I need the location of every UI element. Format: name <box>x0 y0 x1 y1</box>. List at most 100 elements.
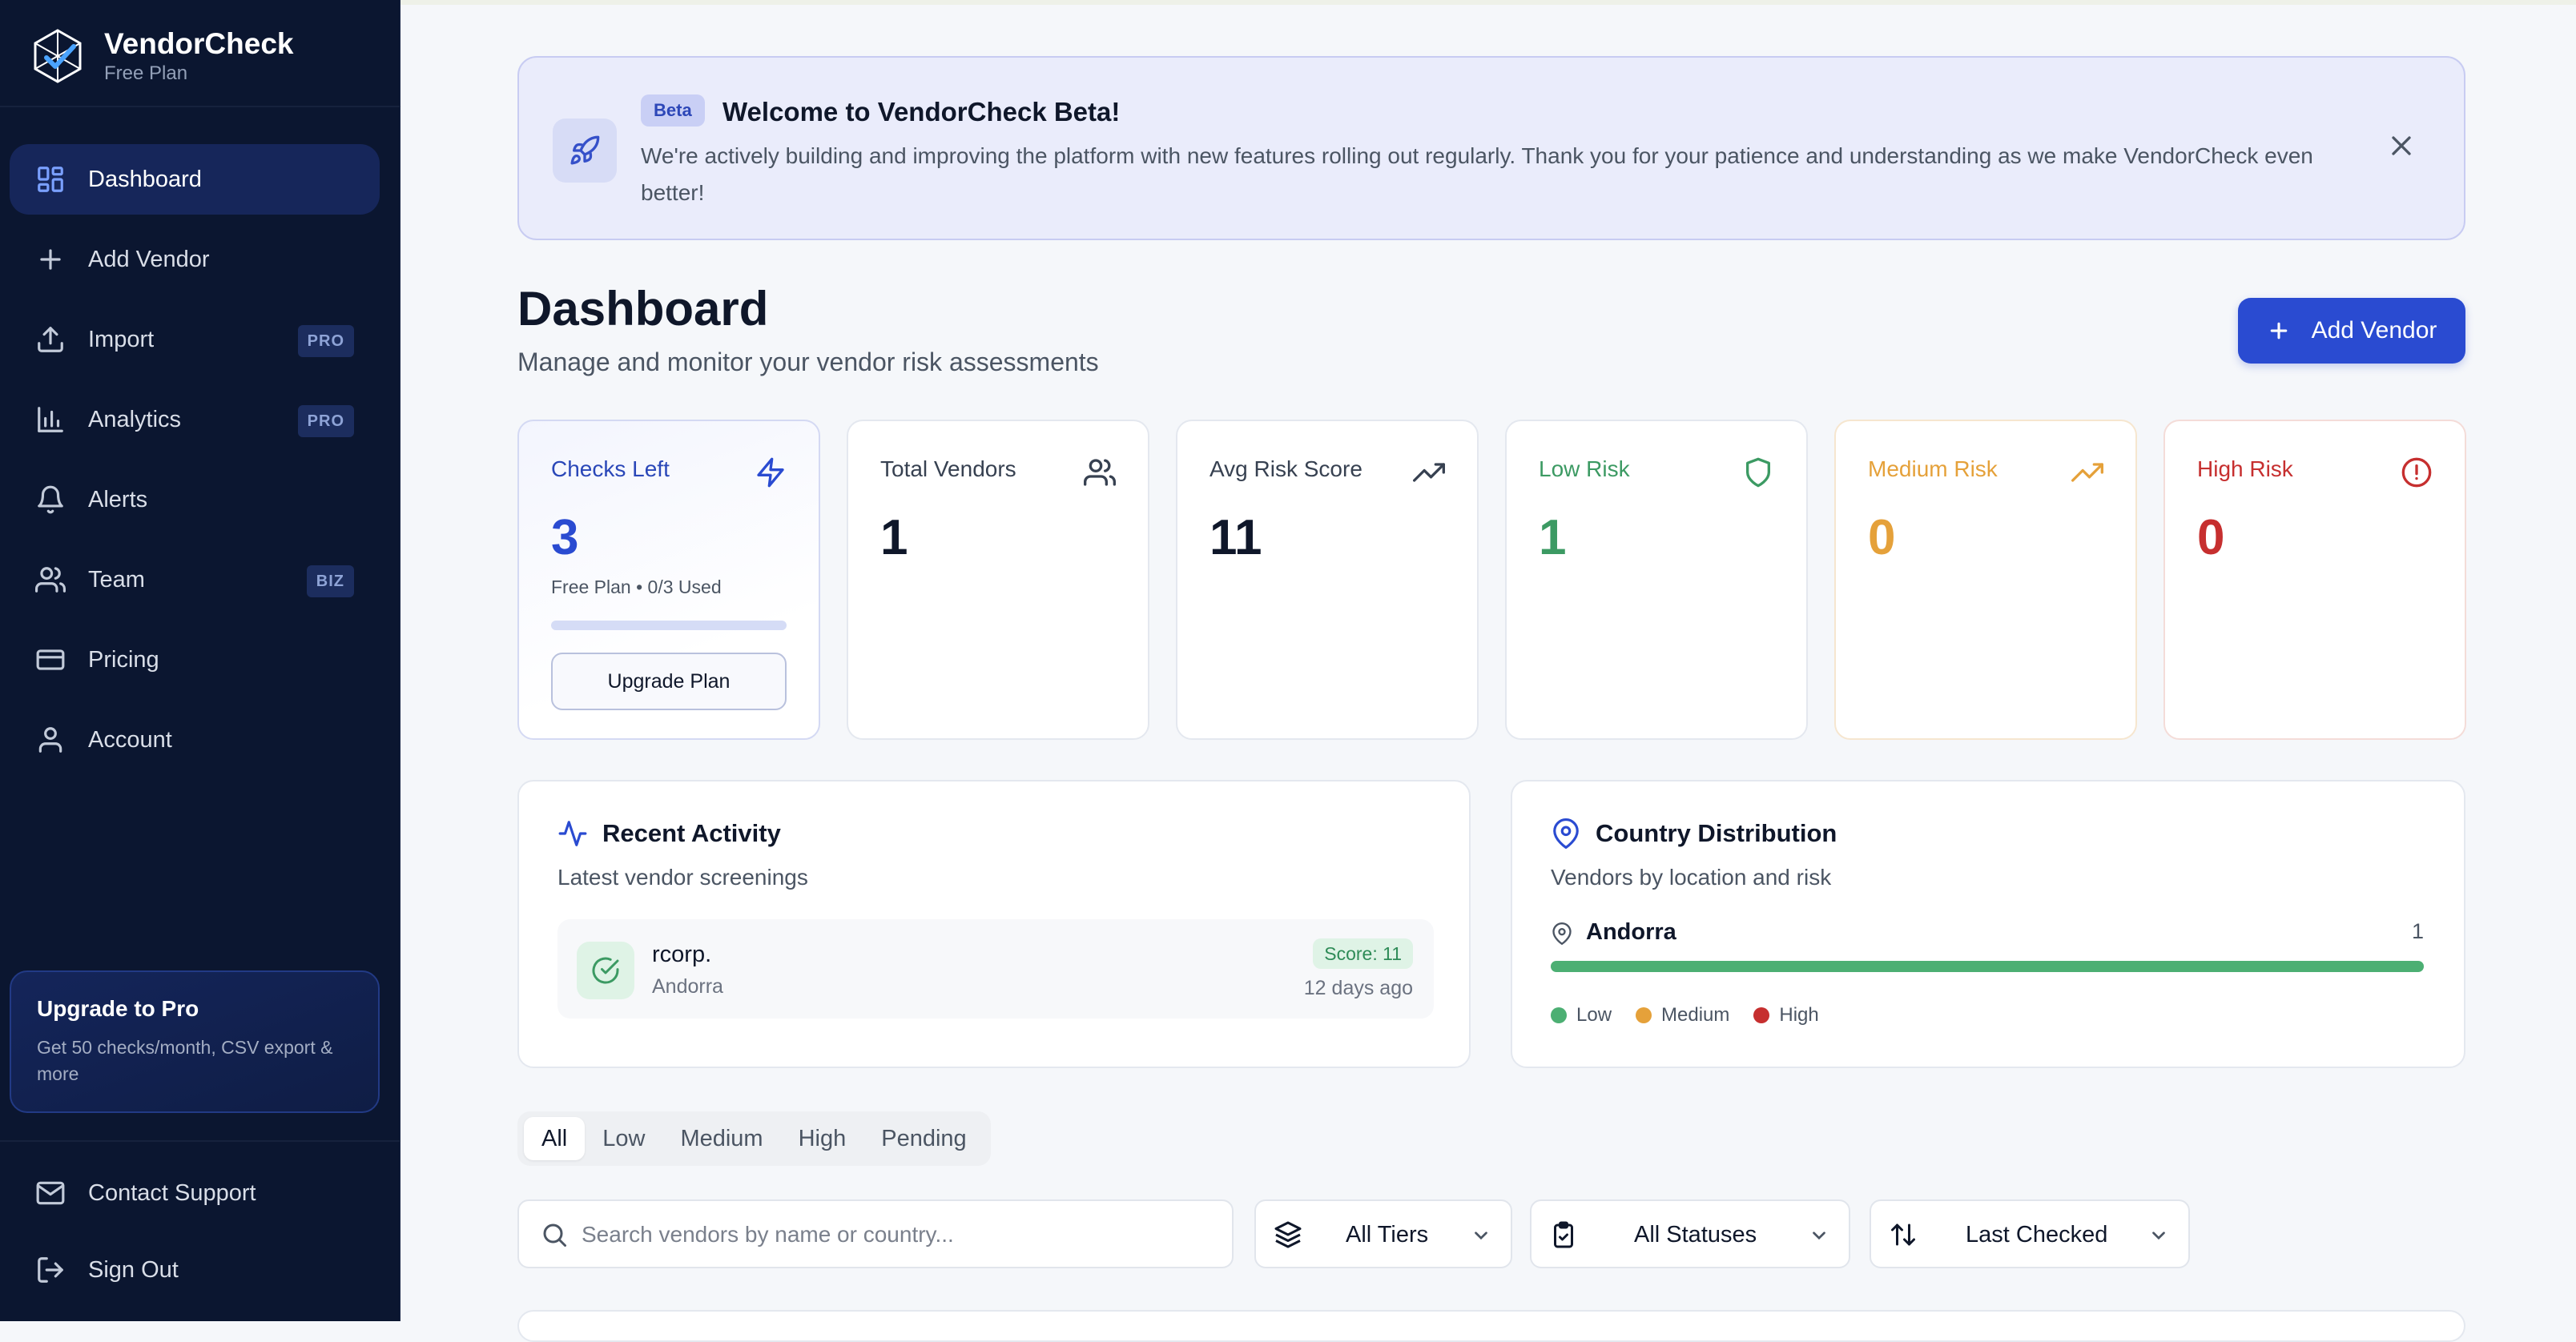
sidebar-item-sign-out[interactable]: Sign Out <box>10 1236 380 1304</box>
usage-progress-bar <box>551 621 787 630</box>
high-risk-card: High Risk 0 <box>2163 420 2466 740</box>
map-pin-icon <box>1553 818 1579 849</box>
sidebar-item-add-vendor[interactable]: Add Vendor <box>10 224 380 295</box>
sidebar-item-team[interactable]: Team BIZ <box>10 544 380 615</box>
sign-out-icon <box>38 1257 63 1283</box>
sidebar-item-label: Contact Support <box>88 1179 256 1206</box>
bell-icon <box>38 485 63 514</box>
vendorcheck-logo-icon <box>34 29 82 83</box>
pro-badge: PRO <box>297 405 354 437</box>
sidebar-item-analytics[interactable]: Analytics PRO <box>10 384 380 455</box>
medium-risk-card: Medium Risk 0 <box>1834 420 2137 740</box>
lightning-icon <box>757 457 784 488</box>
page-title: Dashboard <box>517 282 769 336</box>
add-vendor-label: Add Vendor <box>2311 317 2437 344</box>
sidebar-bottom-nav: Contact Support Sign Out <box>10 1159 380 1313</box>
search-icon <box>543 1223 566 1247</box>
stat-value: 1 <box>880 510 908 565</box>
sidebar-item-label: Alerts <box>88 486 148 512</box>
vendor-country: Andorra <box>652 975 723 998</box>
beta-banner: Beta Welcome to VendorCheck Beta! We're … <box>517 56 2465 240</box>
main-content: Beta Welcome to VendorCheck Beta! We're … <box>400 0 2576 1342</box>
activity-time: 12 days ago <box>1303 977 1413 999</box>
trending-up-icon <box>2071 463 2103 482</box>
sidebar-item-dashboard[interactable]: Dashboard <box>10 144 380 215</box>
vendor-name: rcorp. <box>652 942 712 967</box>
upgrade-to-pro-card[interactable]: Upgrade to Pro Get 50 checks/month, CSV … <box>10 970 380 1113</box>
tier-select[interactable]: All Tiers <box>1254 1199 1512 1268</box>
alert-circle-icon <box>2401 457 2432 488</box>
sidebar-item-import[interactable]: Import PRO <box>10 304 380 375</box>
search-input[interactable] <box>582 1215 1206 1254</box>
plus-icon <box>40 249 61 270</box>
stat-value: 0 <box>1868 510 1896 565</box>
upgrade-plan-button[interactable]: Upgrade Plan <box>551 653 787 710</box>
add-vendor-button[interactable]: Add Vendor <box>2238 298 2465 364</box>
close-icon[interactable] <box>2385 130 2417 162</box>
country-risk-bar <box>1551 961 2424 972</box>
sidebar-item-pricing[interactable]: Pricing <box>10 625 380 695</box>
divider <box>0 106 400 107</box>
legend-high: High <box>1753 1004 1819 1027</box>
country-row: Andorra 1 <box>1551 918 2424 950</box>
status-select[interactable]: All Statuses <box>1530 1199 1850 1268</box>
legend-low: Low <box>1551 1004 1612 1027</box>
chevron-down-icon <box>1813 1232 1825 1240</box>
sidebar: VendorCheck Free Plan Dashboard Add Vend… <box>0 0 400 1321</box>
top-edge <box>400 0 2576 5</box>
brand[interactable]: VendorCheck Free Plan <box>29 24 293 88</box>
stat-label: Checks Left <box>551 456 670 481</box>
page-subtitle: Manage and monitor your vendor risk asse… <box>517 348 1099 376</box>
sidebar-item-label: Pricing <box>88 646 159 673</box>
dashboard-icon <box>38 167 63 192</box>
total-vendors-card: Total Vendors 1 <box>847 420 1149 740</box>
panel-title: Recent Activity <box>602 819 781 847</box>
vendor-list-card <box>517 1310 2465 1342</box>
sidebar-item-contact-support[interactable]: Contact Support <box>10 1159 380 1227</box>
stat-value: 0 <box>2197 510 2225 565</box>
clipboard-check-icon <box>1554 1221 1573 1248</box>
country-distribution-panel: Country Distribution Vendors by location… <box>1511 780 2465 1068</box>
legend-medium: Medium <box>1636 1004 1729 1027</box>
sidebar-item-alerts[interactable]: Alerts <box>10 464 380 535</box>
sidebar-nav: Dashboard Add Vendor Import PRO Analytic… <box>10 144 380 785</box>
upgrade-title: Upgrade to Pro <box>37 996 199 1021</box>
sort-select[interactable]: Last Checked <box>1870 1199 2190 1268</box>
tab-pending[interactable]: Pending <box>863 1117 984 1160</box>
pro-badge: PRO <box>297 325 354 357</box>
risk-legend: Low Medium High <box>1551 1004 1843 1027</box>
country-count: 1 <box>2411 919 2424 943</box>
stat-label: Low Risk <box>1539 456 1630 481</box>
low-risk-card: Low Risk 1 <box>1505 420 1808 740</box>
sidebar-item-label: Account <box>88 726 172 753</box>
stat-value: 11 <box>1210 510 1262 565</box>
trending-up-icon <box>1413 463 1445 482</box>
upgrade-description: Get 50 checks/month, CSV export & more <box>37 1037 333 1084</box>
tab-low[interactable]: Low <box>585 1117 662 1160</box>
beta-badge: Beta <box>641 94 705 127</box>
score-badge: Score: 11 <box>1313 938 1413 969</box>
map-pin-icon <box>1552 922 1572 945</box>
sidebar-item-label: Dashboard <box>88 166 202 192</box>
sidebar-item-account[interactable]: Account <box>10 705 380 775</box>
check-circle-icon <box>577 942 634 999</box>
tab-high[interactable]: High <box>781 1117 864 1160</box>
sort-arrows-icon <box>1891 1223 1915 1246</box>
credit-card-icon <box>36 649 65 670</box>
activity-item[interactable]: rcorp. Andorra Score: 11 12 days ago <box>557 919 1434 1019</box>
layers-icon <box>1274 1221 1302 1248</box>
search-box[interactable] <box>517 1199 1234 1268</box>
legend-label: High <box>1779 1004 1819 1026</box>
sort-select-value: Last Checked <box>1966 1222 2108 1248</box>
stat-value: 3 <box>551 510 579 565</box>
sidebar-item-label: Add Vendor <box>88 246 210 272</box>
plus-icon <box>2270 322 2287 340</box>
divider <box>0 1140 400 1142</box>
legend-label: Medium <box>1661 1004 1730 1026</box>
sidebar-item-label: Sign Out <box>88 1256 179 1283</box>
sidebar-item-label: Team <box>88 566 145 593</box>
activity-icon <box>558 821 587 846</box>
tab-medium[interactable]: Medium <box>662 1117 780 1160</box>
tab-all[interactable]: All <box>524 1117 586 1160</box>
upload-icon <box>38 327 63 352</box>
